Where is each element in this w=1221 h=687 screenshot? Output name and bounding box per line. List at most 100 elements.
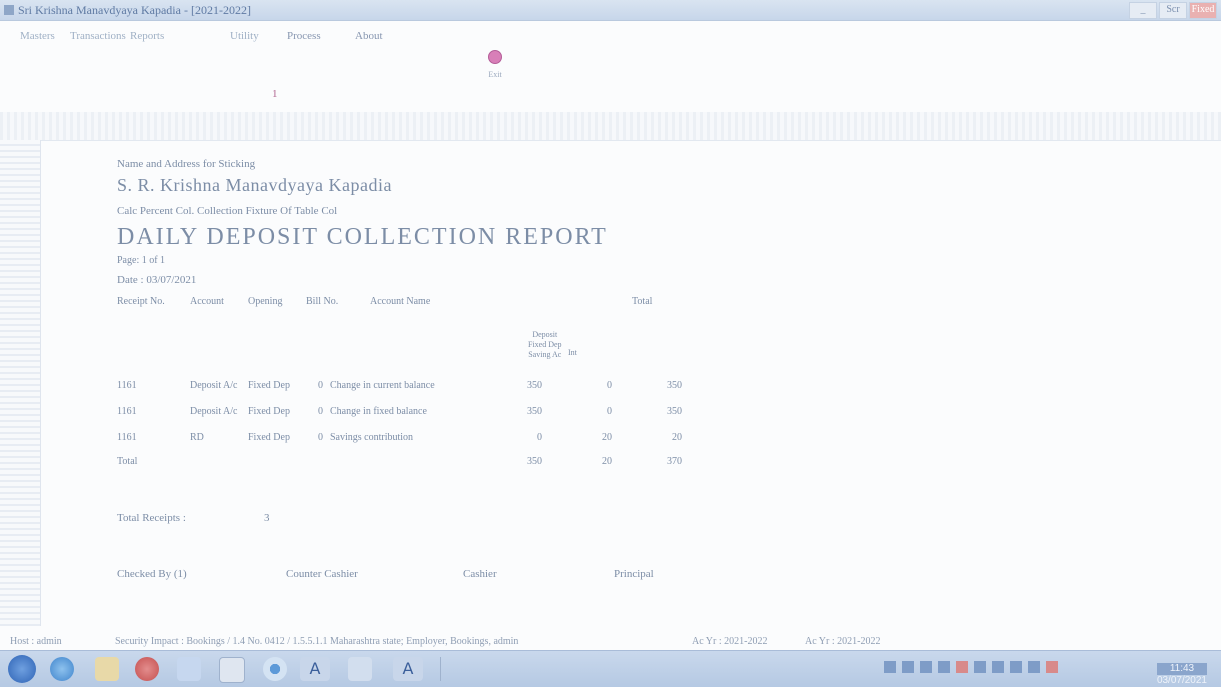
status-host: Host : admin <box>10 636 62 647</box>
tray-icon[interactable] <box>1028 661 1040 673</box>
row-amount-1: 350 <box>527 380 542 391</box>
tray-icon[interactable] <box>902 661 914 673</box>
signature-counter-cashier: Counter Cashier <box>286 568 358 580</box>
total-row-amount-1: 350 <box>527 456 542 467</box>
tally-icon[interactable]: A <box>300 657 330 681</box>
tray-icon[interactable] <box>992 661 1004 673</box>
clock-time: 11:43 <box>1156 663 1207 675</box>
col-header-bill: Bill No. <box>306 296 339 307</box>
total-receipts-value: 3 <box>264 512 270 524</box>
left-toolbar-strip <box>0 140 41 626</box>
subhead-line: Deposit <box>532 330 558 339</box>
toolbar-band <box>0 112 1221 141</box>
col-subheader: Deposit Fixed Dep Saving Ac <box>528 330 562 360</box>
row-total: 350 <box>667 380 682 391</box>
notepad-icon[interactable] <box>219 657 245 683</box>
row-type: Fixed Dep <box>248 380 290 391</box>
row-amount-1: 0 <box>537 432 542 443</box>
menu-masters[interactable]: Masters <box>20 30 55 42</box>
exit-button[interactable]: Exit <box>480 50 510 79</box>
status-fy-2: Ac Yr : 2021-2022 <box>805 636 881 647</box>
window-controls: _ Scr Fixed <box>1129 2 1217 19</box>
subhead-line: Fixed Dep <box>528 340 562 349</box>
tally-icon-active[interactable]: A <box>393 657 423 681</box>
taskbar-clock[interactable]: 11:43 03/07/2021 <box>1156 663 1207 687</box>
row-amount-2: 0 <box>607 406 612 417</box>
taskbar-separator <box>440 657 441 681</box>
subhead-line: Saving Ac <box>528 350 562 359</box>
report-date: Date : 03/07/2021 <box>117 274 197 286</box>
signature-principal: Principal <box>614 568 654 580</box>
row-name: Change in current balance <box>330 380 435 391</box>
row-account: RD <box>190 432 204 443</box>
tray-icon[interactable] <box>920 661 932 673</box>
exit-icon <box>488 50 502 64</box>
cursor-marker: 1 <box>272 88 278 100</box>
minimize-button[interactable]: _ <box>1129 2 1157 19</box>
menu-transactions[interactable]: Transactions <box>70 30 126 42</box>
exit-label: Exit <box>488 70 502 79</box>
row-bill: 0 <box>318 432 323 443</box>
col-header-account-name: Account Name <box>370 296 431 307</box>
taskbar: A A 11:43 03/07/2021 <box>0 650 1221 687</box>
chrome-icon[interactable] <box>263 657 287 681</box>
menu-about[interactable]: About <box>355 30 383 42</box>
row-receipt-no: 1161 <box>117 432 137 443</box>
window-titlebar: Sri Krishna Manavdyaya Kapadia - [2021-2… <box>0 0 1221 21</box>
calc-label: Calc Percent Col. Collection Fixture Of … <box>117 205 338 217</box>
col-header-account: Account <box>190 296 224 307</box>
maximize-button[interactable]: Scr <box>1159 2 1187 19</box>
row-account: Deposit A/c <box>190 380 238 391</box>
file-explorer-icon[interactable] <box>95 657 119 681</box>
status-fy-1: Ac Yr : 2021-2022 <box>692 636 768 647</box>
menu-reports[interactable]: Reports <box>130 30 164 42</box>
tray-icon[interactable] <box>974 661 986 673</box>
col-header-receipt: Receipt No. <box>117 296 165 307</box>
total-row-label: Total <box>117 456 138 467</box>
company-name: S. R. Krishna Manavdyaya Kapadia <box>117 175 392 195</box>
total-row-total: 370 <box>667 456 682 467</box>
company-label: Name and Address for Sticking <box>117 158 256 170</box>
status-details: Security Impact : Bookings / 1.4 No. 041… <box>115 636 519 647</box>
tray-icon[interactable] <box>956 661 968 673</box>
system-tray: 11:43 03/07/2021 <box>880 659 1221 686</box>
tray-icon[interactable] <box>938 661 950 673</box>
row-bill: 0 <box>318 406 323 417</box>
row-type: Fixed Dep <box>248 406 290 417</box>
tray-icon[interactable] <box>1010 661 1022 673</box>
ubuntu-icon[interactable] <box>135 657 159 681</box>
report-view: Name and Address for Sticking S. R. Kris… <box>0 140 1221 626</box>
app-icon <box>4 5 14 15</box>
report-title: DAILY DEPOSIT COLLECTION REPORT <box>117 224 608 250</box>
row-type: Fixed Dep <box>248 432 290 443</box>
row-name: Savings contribution <box>330 432 414 443</box>
col-subheader-int: Int <box>568 348 577 357</box>
start-button-icon[interactable] <box>8 655 36 683</box>
row-amount-2: 20 <box>602 432 612 443</box>
menu-bar: Masters Transactions Reports Utility Pro… <box>0 30 1221 46</box>
row-receipt-no: 1161 <box>117 380 137 391</box>
menu-process[interactable]: Process <box>287 30 321 42</box>
col-header-total: Total <box>632 296 653 307</box>
page-number: Page: 1 of 1 <box>117 255 166 266</box>
close-button[interactable]: Fixed <box>1189 2 1217 19</box>
monitor-icon[interactable] <box>348 657 372 681</box>
tray-icon[interactable] <box>1046 661 1058 673</box>
row-receipt-no: 1161 <box>117 406 137 417</box>
row-amount-2: 0 <box>607 380 612 391</box>
row-total: 20 <box>672 432 682 443</box>
status-bar: Host : admin Security Impact : Bookings … <box>0 636 1221 650</box>
window-title: Sri Krishna Manavdyaya Kapadia - [2021-2… <box>18 3 251 17</box>
row-total: 350 <box>667 406 682 417</box>
col-header-opening: Opening <box>248 296 283 307</box>
row-amount-1: 350 <box>527 406 542 417</box>
row-name: Change in fixed balance <box>330 406 427 417</box>
menu-utility[interactable]: Utility <box>230 30 259 42</box>
row-account: Deposit A/c <box>190 406 238 417</box>
signature-checked-by: Checked By (1) <box>117 568 187 580</box>
app-icon-blue[interactable] <box>177 657 201 681</box>
total-receipts-label: Total Receipts : <box>117 512 186 524</box>
internet-explorer-icon[interactable] <box>50 657 74 681</box>
total-row-amount-2: 20 <box>602 456 612 467</box>
tray-icon[interactable] <box>884 661 896 673</box>
